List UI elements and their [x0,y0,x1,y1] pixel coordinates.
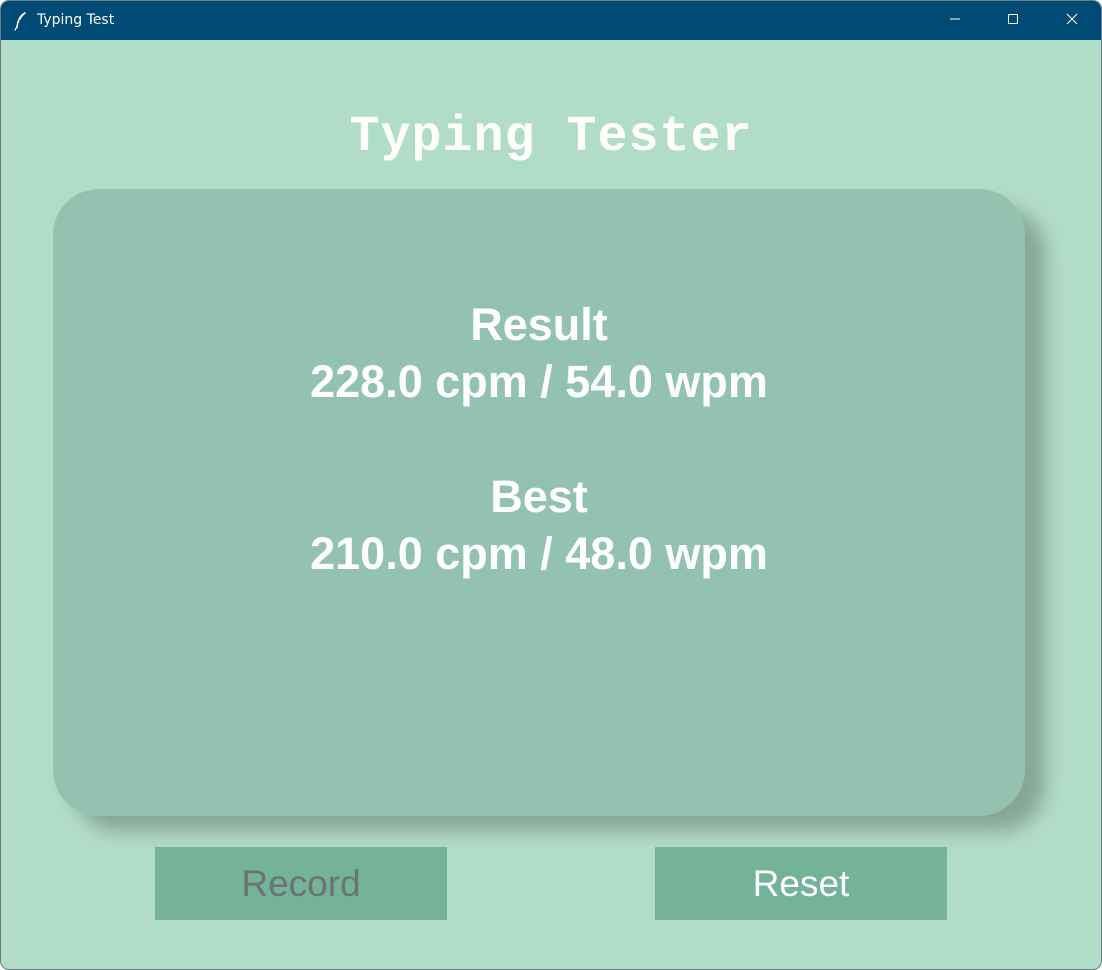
close-button[interactable] [1043,1,1101,40]
minimize-button[interactable] [926,1,984,40]
title-bar[interactable]: Typing Test [1,1,1101,40]
maximize-button[interactable] [984,1,1042,40]
feather-icon [13,11,29,31]
results-card: Result 228.0 cpm / 54.0 wpm Best 210.0 c… [53,189,1025,816]
window-title: Typing Test [37,12,115,28]
result-value: 228.0 cpm / 54.0 wpm [310,356,768,407]
best-value: 210.0 cpm / 48.0 wpm [310,528,768,579]
app-window: Typing Test Typing Tester Result 228.0 c… [1,1,1101,969]
record-button[interactable]: Record [155,847,447,920]
reset-button[interactable]: Reset [655,847,947,920]
best-label: Best [490,471,588,522]
page-title: Typing Tester [349,109,753,166]
close-icon [1066,12,1078,30]
result-label: Result [470,299,608,350]
minimize-icon [949,12,961,30]
maximize-icon [1007,12,1019,30]
